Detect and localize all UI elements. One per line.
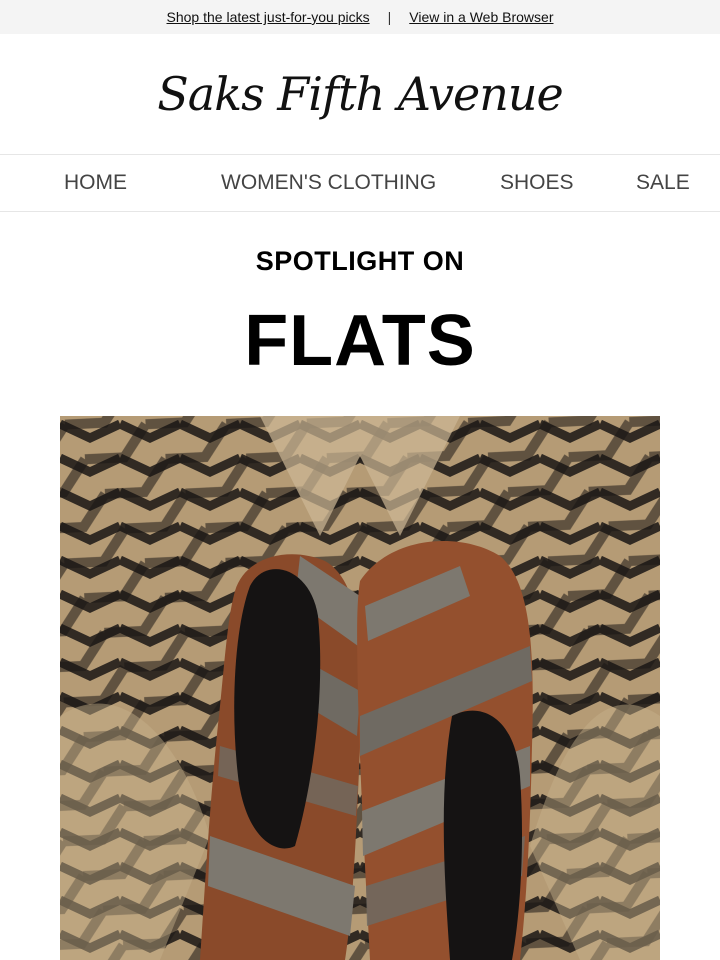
shop-picks-link[interactable]: Shop the latest just-for-you picks [167,9,370,25]
preheader-bar: Shop the latest just-for-you picks | Vie… [0,0,720,34]
view-in-browser-link[interactable]: View in a Web Browser [409,9,553,25]
right-flat-shoe [357,541,533,960]
brand-logo-text: Saks Fifth Avenue [157,67,563,121]
nav-item-home[interactable]: HOME [64,155,127,211]
brand-logo[interactable]: Saks Fifth Avenue [0,34,720,154]
section-kicker: SPOTLIGHT ON [255,246,465,276]
nav-item-shoes[interactable]: SHOES [500,155,574,211]
preheader-separator: | [387,9,392,25]
hero-product-image[interactable] [60,416,660,960]
nav-item-sale[interactable]: SALE [636,155,690,211]
section-headline: FLATS [244,301,476,381]
main-navigation: HOME WOMEN'S CLOTHING SHOES SALE [0,154,720,212]
nav-item-womens-clothing[interactable]: WOMEN'S CLOTHING [221,155,436,211]
flats-photo-illustration [60,416,660,960]
